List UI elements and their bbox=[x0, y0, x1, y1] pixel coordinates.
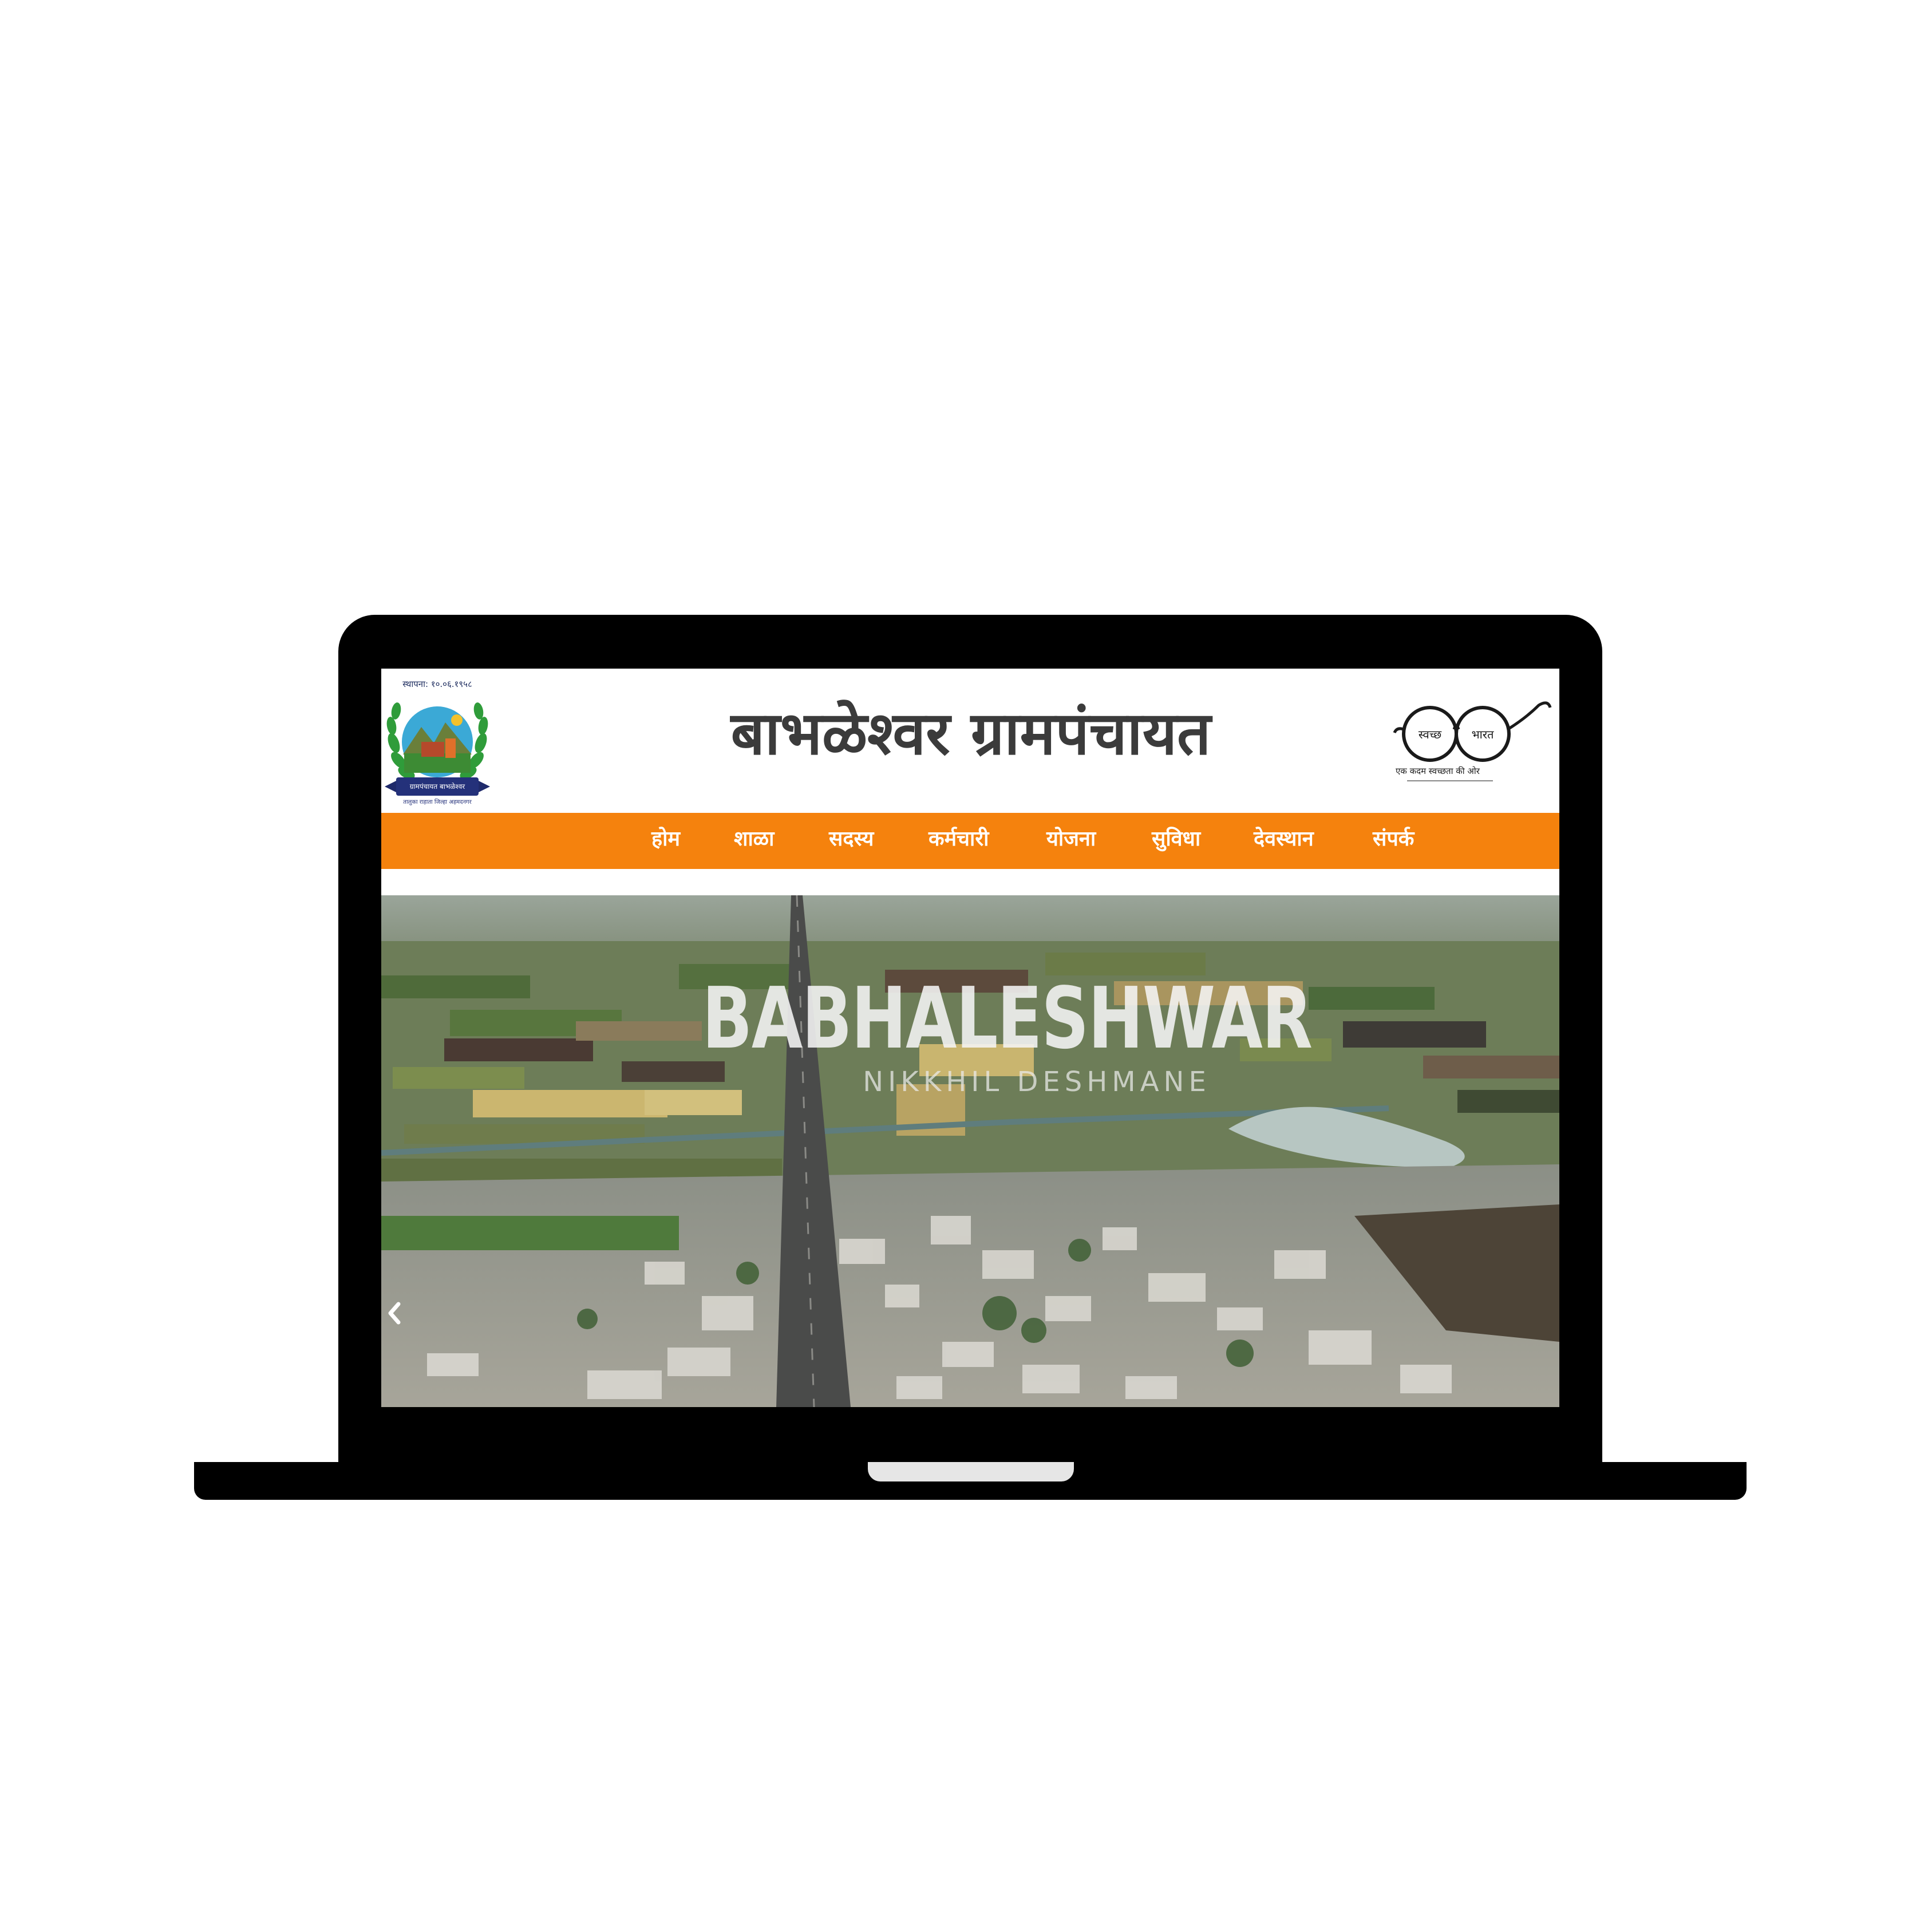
laptop-notch bbox=[868, 1462, 1074, 1481]
logo-ribbon-text: ग्रामपंचायत बाभळेश्वर bbox=[410, 783, 465, 791]
swachh-tagline: एक कदम स्वच्छता की ओर bbox=[1396, 766, 1480, 776]
nav-item-facilities[interactable]: सुविधा bbox=[1152, 813, 1200, 869]
site-header: स्थापना: १०.०६.१९५८ ग्रामपंचायत बाभळेश्व… bbox=[381, 669, 1559, 813]
swachh-bharat-logo[interactable]: स्वच्छ भारत एक कदम स्वच्छता की ओर bbox=[1384, 701, 1554, 787]
site-title: बाभळेश्वर ग्रामपंचायत bbox=[730, 698, 1211, 768]
hero-carousel[interactable]: BABHALESHWAR NIKKHIL DESHMANE bbox=[381, 895, 1559, 1407]
nav-item-temple[interactable]: देवस्थान bbox=[1254, 813, 1314, 869]
carousel-prev-button[interactable] bbox=[384, 1296, 404, 1330]
nav-list: होम शाळा सदस्य कर्मचारी योजना सुविधा देव… bbox=[381, 813, 1559, 869]
hero-subtitle: NIKKHIL DESHMANE bbox=[863, 1066, 1211, 1098]
laptop-screen: स्थापना: १०.०६.१९५८ ग्रामपंचायत बाभळेश्व… bbox=[381, 669, 1559, 1407]
logo-established-text: स्थापना: १०.०६.१९५८ bbox=[402, 679, 472, 689]
nav-item-members[interactable]: सदस्य bbox=[829, 813, 874, 869]
nav-item-employees[interactable]: कर्मचारी bbox=[929, 813, 989, 869]
nav-item-contact[interactable]: संपर्क bbox=[1373, 813, 1414, 869]
logo-ribbon-subtext: तालुका राहाता जिल्हा अहमदनगर bbox=[403, 799, 472, 805]
main-nav: होम शाळा सदस्य कर्मचारी योजना सुविधा देव… bbox=[381, 813, 1559, 869]
hero-title: BABHALESHWAR bbox=[702, 969, 1313, 1068]
swachh-right-lens-text: भारत bbox=[1472, 728, 1494, 741]
swachh-left-lens-text: स्वच्छ bbox=[1419, 728, 1442, 741]
gram-panchayat-logo[interactable]: स्थापना: १०.०६.१९५८ ग्रामपंचायत बाभळेश्व… bbox=[381, 674, 493, 807]
nav-item-school[interactable]: शाळा bbox=[734, 813, 775, 869]
chevron-left-icon bbox=[388, 1302, 401, 1325]
nav-item-schemes[interactable]: योजना bbox=[1046, 813, 1096, 869]
nav-item-home[interactable]: होम bbox=[651, 813, 680, 869]
